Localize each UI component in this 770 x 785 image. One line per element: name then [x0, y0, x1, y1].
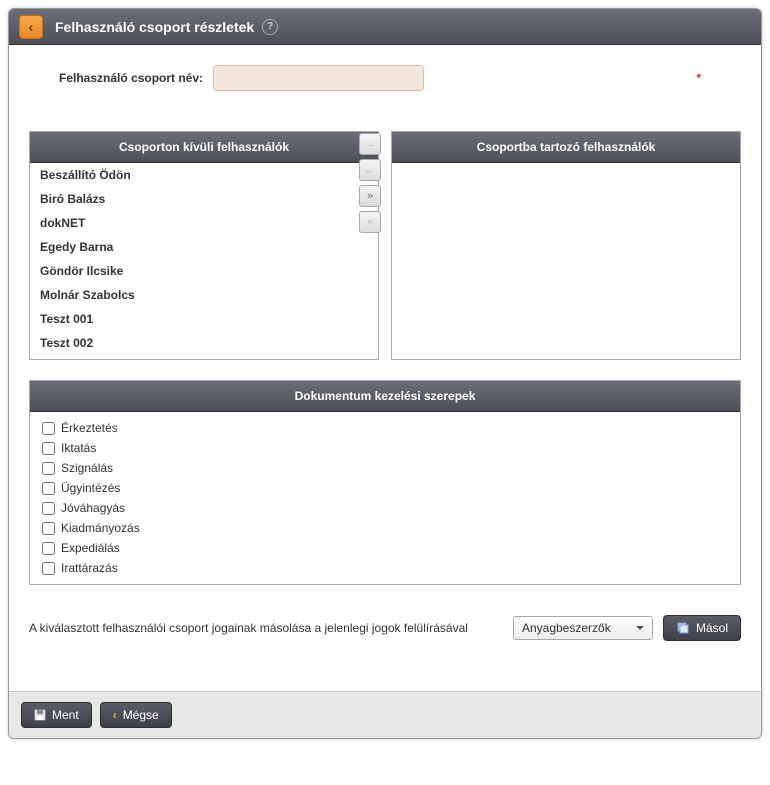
- group-name-row: Felhasználó csoport név: *: [29, 65, 741, 91]
- list-item[interactable]: Teszt 003: [30, 355, 378, 359]
- copy-icon: [676, 621, 690, 635]
- arrow-right-icon: →: [365, 138, 376, 150]
- role-checkbox[interactable]: [42, 502, 55, 515]
- role-label: Jóváhagyás: [61, 501, 125, 515]
- dialog-window: ‹ Felhasználó csoport részletek ? Felhas…: [8, 8, 762, 739]
- roles-list: Érkeztetés Iktatás Szignálás Ügyintézés Jóvá…: [30, 412, 740, 584]
- role-item: Ügyintézés: [30, 478, 740, 498]
- role-label: Szignálás: [61, 461, 113, 475]
- list-item[interactable]: Teszt 002: [30, 331, 378, 355]
- double-arrow-right-icon: »: [367, 190, 373, 202]
- role-checkbox[interactable]: [42, 562, 55, 575]
- role-checkbox[interactable]: [42, 482, 55, 495]
- required-asterisk-icon: *: [696, 71, 701, 85]
- cancel-button[interactable]: ‹ Mégse: [100, 702, 172, 728]
- role-checkbox[interactable]: [42, 522, 55, 535]
- available-users-panel: Csoporton kívüli felhasználók Beszállító…: [29, 131, 379, 360]
- role-item: Irattárazás: [30, 558, 740, 578]
- list-item[interactable]: Molnár Szabolcs: [30, 283, 378, 307]
- copy-button[interactable]: Másol: [663, 615, 741, 641]
- role-label: Kiadmányozás: [61, 521, 140, 535]
- move-all-left-button[interactable]: «: [359, 211, 381, 233]
- help-icon[interactable]: ?: [262, 19, 278, 35]
- group-name-input-wrap: *: [213, 65, 711, 91]
- chevron-left-icon: ‹: [113, 708, 117, 722]
- list-item[interactable]: Beszállító Ödön: [30, 163, 378, 187]
- back-button[interactable]: ‹: [19, 15, 43, 39]
- chevron-left-icon: ‹: [29, 19, 34, 35]
- roles-header: Dokumentum kezelési szerepek: [30, 381, 740, 412]
- save-icon: [34, 709, 46, 721]
- role-label: Iktatás: [61, 441, 96, 455]
- double-arrow-left-icon: «: [367, 216, 373, 228]
- dialog-title: Felhasználó csoport részletek: [55, 19, 254, 35]
- move-all-right-button[interactable]: »: [359, 185, 381, 207]
- group-users-panel: Csoportba tartozó felhasználók: [391, 131, 741, 360]
- list-item[interactable]: Egedy Barna: [30, 235, 378, 259]
- available-users-list[interactable]: Beszállító ÖdönBiró BalázsdokNETEgedy Ba…: [30, 163, 378, 359]
- group-name-label: Felhasználó csoport név:: [59, 71, 203, 85]
- role-label: Ügyintézés: [61, 481, 120, 495]
- dialog-footer: Ment ‹ Mégse: [9, 691, 761, 738]
- copy-rights-row: A kiválasztott felhasználói csoport joga…: [29, 615, 741, 641]
- arrow-left-icon: ←: [365, 164, 376, 176]
- role-checkbox[interactable]: [42, 462, 55, 475]
- cancel-button-label: Mégse: [123, 708, 159, 722]
- copy-button-label: Másol: [696, 621, 728, 635]
- dual-list: Csoporton kívüli felhasználók Beszállító…: [29, 131, 741, 360]
- role-item: Érkeztetés: [30, 418, 740, 438]
- role-checkbox[interactable]: [42, 542, 55, 555]
- role-item: Iktatás: [30, 438, 740, 458]
- role-item: Expediálás: [30, 538, 740, 558]
- role-item: Szignálás: [30, 458, 740, 478]
- move-right-button[interactable]: →: [359, 133, 381, 155]
- role-checkbox[interactable]: [42, 442, 55, 455]
- role-item: Jóváhagyás: [30, 498, 740, 518]
- role-label: Érkeztetés: [61, 421, 118, 435]
- move-left-button[interactable]: ←: [359, 159, 381, 181]
- role-checkbox[interactable]: [42, 422, 55, 435]
- list-item[interactable]: dokNET: [30, 211, 378, 235]
- group-users-header: Csoportba tartozó felhasználók: [392, 132, 740, 163]
- group-name-input[interactable]: [213, 65, 424, 91]
- save-button[interactable]: Ment: [21, 702, 92, 728]
- copy-source-value: Anyagbeszerzők: [522, 621, 611, 635]
- title-bar: ‹ Felhasználó csoport részletek ?: [9, 9, 761, 45]
- list-item[interactable]: Göndör Ilcsike: [30, 259, 378, 283]
- list-item[interactable]: Biró Balázs: [30, 187, 378, 211]
- copy-rights-label: A kiválasztott felhasználói csoport joga…: [29, 621, 468, 635]
- role-item: Kiadmányozás: [30, 518, 740, 538]
- save-button-label: Ment: [52, 708, 79, 722]
- roles-panel: Dokumentum kezelési szerepek Érkeztetés I…: [29, 380, 741, 585]
- role-label: Expediálás: [61, 541, 120, 555]
- role-label: Irattárazás: [61, 561, 118, 575]
- copy-source-select[interactable]: Anyagbeszerzők: [513, 616, 653, 640]
- list-item[interactable]: Teszt 001: [30, 307, 378, 331]
- dialog-content: Felhasználó csoport név: * Csoporton kív…: [9, 45, 761, 691]
- available-users-header: Csoporton kívüli felhasználók: [30, 132, 378, 163]
- group-users-list[interactable]: [392, 163, 740, 359]
